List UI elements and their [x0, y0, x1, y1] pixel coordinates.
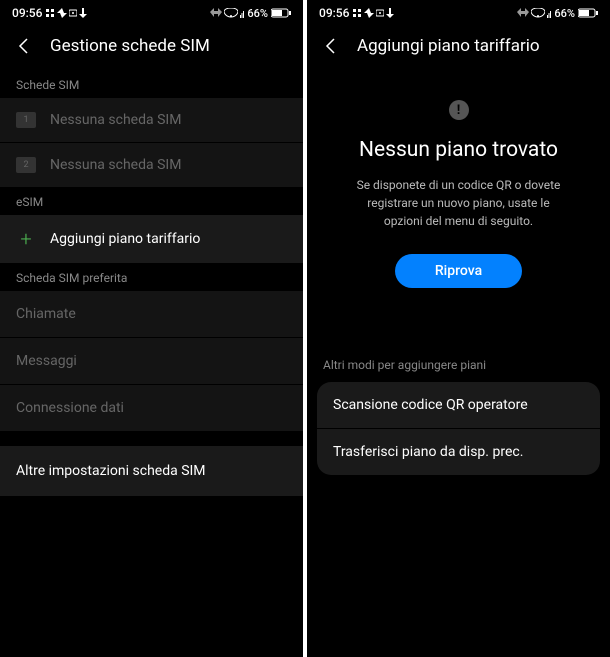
- plus-icon: +: [16, 229, 36, 249]
- preferred-calls[interactable]: Chiamate: [0, 291, 303, 338]
- status-system-icons: [517, 8, 551, 18]
- alert-icon: !: [449, 100, 469, 120]
- preferred-messages[interactable]: Messaggi: [0, 338, 303, 385]
- status-battery-text: 66%: [247, 7, 268, 20]
- preferred-data[interactable]: Connessione dati: [0, 385, 303, 432]
- transfer-plan-option[interactable]: Trasferisci piano da disp. prec.: [317, 428, 600, 475]
- battery-icon: [271, 8, 291, 18]
- status-notification-icons: [45, 8, 87, 18]
- other-sim-settings[interactable]: Altre impostazioni scheda SIM: [0, 446, 303, 496]
- add-plan-screen: 09:56 66% Aggiungi piano tariffario !: [307, 0, 610, 657]
- app-header: Aggiungi piano tariffario: [307, 24, 610, 70]
- sim-manager-screen: 09:56 66% Gestione schede SIM Schede SIM: [0, 0, 303, 657]
- status-battery-text: 66%: [554, 7, 575, 20]
- page-title: Gestione schede SIM: [50, 36, 210, 56]
- status-time: 09:56: [12, 6, 42, 20]
- retry-button[interactable]: Riprova: [395, 254, 522, 288]
- sim1-icon: 1: [16, 112, 36, 128]
- sim2-icon: 2: [16, 157, 36, 173]
- back-button[interactable]: [321, 36, 341, 56]
- battery-icon: [578, 8, 598, 18]
- sim1-label: Nessuna scheda SIM: [50, 112, 287, 128]
- page-title: Aggiungi piano tariffario: [357, 36, 540, 56]
- section-preferred-label: Scheda SIM preferita: [0, 263, 303, 291]
- status-bar: 09:56 66%: [307, 0, 610, 24]
- section-sim-cards-label: Schede SIM: [0, 70, 303, 98]
- back-button[interactable]: [14, 36, 34, 56]
- alternatives-label: Altri modi per aggiungere piani: [307, 358, 610, 382]
- sim-slot-2[interactable]: 2 Nessuna scheda SIM: [0, 142, 303, 187]
- add-plan-label: Aggiungi piano tariffario: [50, 231, 287, 247]
- sim-slot-1[interactable]: 1 Nessuna scheda SIM: [0, 98, 303, 142]
- scan-qr-option[interactable]: Scansione codice QR operatore: [317, 382, 600, 428]
- no-plan-content: ! Nessun piano trovato Se disponete di u…: [307, 70, 610, 308]
- add-plan-button[interactable]: + Aggiungi piano tariffario: [0, 215, 303, 263]
- app-header: Gestione schede SIM: [0, 24, 303, 70]
- status-time: 09:56: [319, 6, 349, 20]
- section-esim-label: eSIM: [0, 187, 303, 215]
- sim2-label: Nessuna scheda SIM: [50, 157, 287, 173]
- status-system-icons: [210, 8, 244, 18]
- alternatives-group: Scansione codice QR operatore Trasferisc…: [317, 382, 600, 475]
- no-plan-description: Se disponete di un codice QR o dovete re…: [337, 176, 580, 230]
- status-notification-icons: [352, 8, 394, 18]
- no-plan-heading: Nessun piano trovato: [359, 138, 558, 162]
- status-bar: 09:56 66%: [0, 0, 303, 24]
